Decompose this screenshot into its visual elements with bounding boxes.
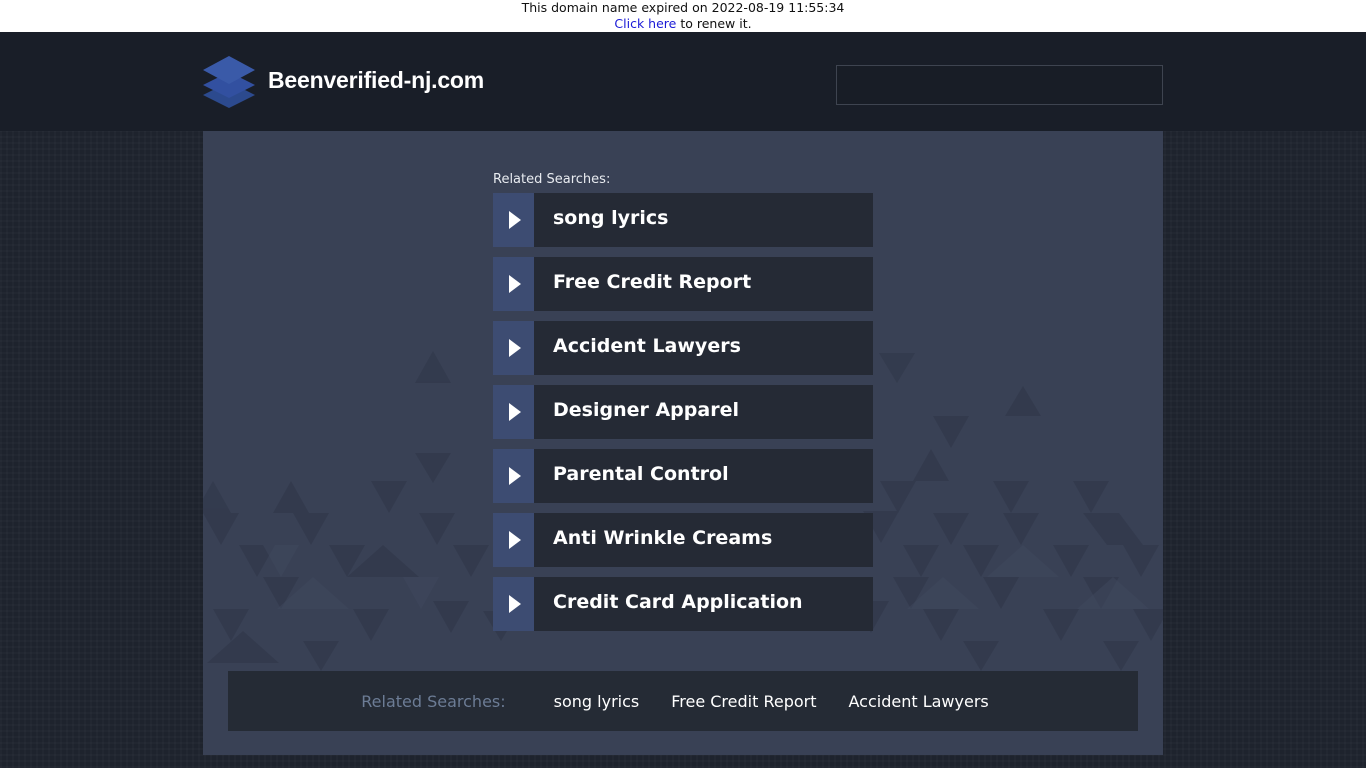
- play-arrow-icon: [493, 513, 534, 567]
- related-search-link[interactable]: Anti Wrinkle Creams: [493, 513, 873, 567]
- play-arrow-icon: [493, 321, 534, 375]
- footer-link[interactable]: song lyrics: [554, 692, 640, 711]
- renew-link[interactable]: Click here: [614, 16, 676, 31]
- renew-suffix: to renew it.: [676, 15, 752, 31]
- related-search-label: Parental Control: [534, 449, 873, 503]
- related-search-label: Accident Lawyers: [534, 321, 873, 375]
- play-arrow-icon: [493, 193, 534, 247]
- related-searches-list: song lyrics Free Credit Report Accident …: [493, 193, 873, 641]
- related-search-link[interactable]: Credit Card Application: [493, 577, 873, 631]
- related-search-label: Designer Apparel: [534, 385, 873, 439]
- related-search-label: Free Credit Report: [534, 257, 873, 311]
- renew-line: Click here to renew it.: [0, 16, 1366, 32]
- play-arrow-icon: [493, 449, 534, 503]
- play-arrow-icon: [493, 385, 534, 439]
- related-search-label: Anti Wrinkle Creams: [534, 513, 873, 567]
- related-search-label: song lyrics: [534, 193, 873, 247]
- expiry-text: This domain name expired on 2022-08-19 1…: [521, 0, 845, 15]
- main-panel: Related Searches: song lyrics Free Credi…: [203, 131, 1163, 755]
- stacked-layers-icon: [203, 56, 255, 108]
- footer-related-label: Related Searches:: [361, 691, 506, 711]
- domain-expiry-banner: This domain name expired on 2022-08-19 1…: [0, 0, 1366, 32]
- related-search-link[interactable]: song lyrics: [493, 193, 873, 247]
- related-search-link[interactable]: Parental Control: [493, 449, 873, 503]
- footer-related-searches: Related Searches: song lyrics Free Credi…: [228, 671, 1138, 731]
- site-name[interactable]: Beenverified-nj.com: [268, 67, 484, 94]
- related-search-link[interactable]: Accident Lawyers: [493, 321, 873, 375]
- search-input[interactable]: [836, 65, 1163, 105]
- play-arrow-icon: [493, 257, 534, 311]
- related-search-label: Credit Card Application: [534, 577, 873, 631]
- footer-link[interactable]: Free Credit Report: [671, 692, 816, 711]
- related-search-link[interactable]: Free Credit Report: [493, 257, 873, 311]
- related-searches-label: Related Searches:: [493, 172, 611, 187]
- footer-link[interactable]: Accident Lawyers: [849, 692, 989, 711]
- related-search-link[interactable]: Designer Apparel: [493, 385, 873, 439]
- play-arrow-icon: [493, 577, 534, 631]
